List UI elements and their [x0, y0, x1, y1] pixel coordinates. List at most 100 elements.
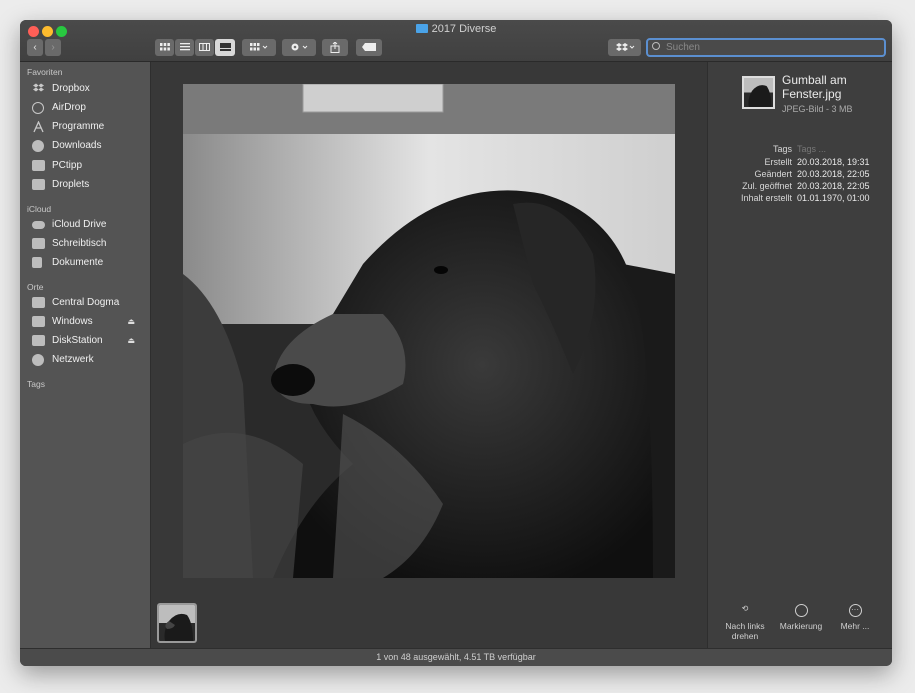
meta-key: Zul. geöffnet	[742, 181, 792, 191]
thumbnail-selected[interactable]	[157, 603, 197, 643]
folder-icon	[32, 160, 45, 171]
dropbox-icon	[33, 83, 44, 92]
sidebar-item-icloud-drive[interactable]: iCloud Drive	[32, 217, 147, 233]
tags-input[interactable]: Tags ...	[797, 143, 826, 155]
meta-value: 20.03.2018, 22:05	[797, 181, 870, 191]
gallery-view-button[interactable]	[215, 39, 235, 56]
sidebar-item-dropbox[interactable]: Dropbox	[32, 81, 147, 97]
airdrop-icon	[32, 102, 44, 114]
sidebar-item-label: AirDrop	[52, 102, 86, 113]
sidebar-item-label: Droplets	[52, 179, 90, 190]
gear-icon	[291, 43, 308, 51]
more-button[interactable]: ··· Mehr ...	[830, 604, 880, 631]
window-title-text: 2017 Diverse	[431, 23, 497, 35]
list-view-icon	[179, 43, 190, 51]
sidebar-item-dokumente[interactable]: Dokumente	[32, 255, 147, 271]
sidebar-item-central-dogma[interactable]: Central Dogma	[32, 295, 147, 311]
info-panel: Gumball am Fenster.jpg JPEG-Bild - 3 MB …	[707, 62, 892, 648]
tag-icon	[362, 43, 376, 51]
meta-value: 01.01.1970, 01:00	[797, 193, 870, 203]
sidebar-item-windows[interactable]: Windows ⏏	[32, 314, 147, 330]
column-view-button[interactable]	[195, 39, 214, 56]
markup-button[interactable]: Markierung	[776, 604, 826, 631]
gallery-view-icon	[219, 43, 231, 51]
sidebar-item-programme[interactable]: Programme	[32, 119, 147, 135]
list-view-button[interactable]	[175, 39, 194, 56]
sidebar: Favoriten Dropbox AirDrop Programme Down…	[20, 62, 151, 648]
sidebar-item-schreibtisch[interactable]: Schreibtisch	[32, 236, 147, 252]
icon-view-button[interactable]	[155, 39, 174, 56]
meta-value: 20.03.2018, 22:05	[797, 169, 870, 179]
tag-button[interactable]	[356, 39, 382, 56]
sidebar-item-label: DiskStation	[52, 335, 103, 346]
sidebar-item-label: Central Dogma	[52, 297, 120, 308]
applications-icon	[33, 120, 44, 133]
network-icon	[32, 354, 44, 366]
folder-icon	[415, 24, 428, 33]
dog-photo	[183, 84, 675, 578]
sidebar-item-label: Dropbox	[52, 83, 90, 94]
column-view-icon	[199, 43, 210, 51]
search-input[interactable]: Suchen	[646, 38, 886, 57]
sidebar-item-downloads[interactable]: Downloads	[32, 138, 147, 154]
finder-window: 2017 Diverse ‹ › Suchen Favoriten Dropbo…	[20, 20, 892, 666]
titlebar: 2017 Diverse ‹ › Suchen	[20, 20, 892, 62]
documents-icon	[32, 257, 42, 268]
back-button[interactable]: ‹	[27, 39, 43, 56]
meta-key: Geändert	[754, 169, 792, 179]
sidebar-item-airdrop[interactable]: AirDrop	[32, 100, 147, 116]
rotate-left-icon: ⟲	[741, 604, 749, 613]
sidebar-section-icloud: iCloud	[27, 204, 52, 214]
sidebar-item-droplets[interactable]: Droplets	[32, 177, 147, 193]
disk-icon	[32, 335, 45, 346]
meta-key: Erstellt	[764, 157, 792, 167]
sidebar-item-label: PCtipp	[52, 160, 83, 171]
file-name: Gumball am Fenster.jpg	[782, 73, 847, 101]
sidebar-item-netzwerk[interactable]: Netzwerk	[32, 352, 147, 368]
sidebar-item-label: Downloads	[52, 140, 102, 151]
desktop-icon	[32, 238, 45, 249]
downloads-icon	[32, 140, 44, 152]
more-icon: ···	[848, 604, 862, 617]
folder-icon	[32, 179, 45, 190]
sidebar-item-label: Windows	[52, 316, 93, 327]
file-icon	[742, 76, 775, 109]
eject-icon[interactable]: ⏏	[127, 333, 135, 349]
sidebar-section-tags: Tags	[27, 379, 45, 389]
photo-preview[interactable]	[183, 84, 675, 578]
action-button[interactable]	[282, 39, 316, 56]
file-type: JPEG-Bild - 3 MB	[782, 104, 853, 114]
status-bar: 1 von 48 ausgewählt, 4.51 TB verfügbar	[20, 648, 892, 666]
sidebar-section-orte: Orte	[27, 282, 44, 292]
dropbox-icon	[615, 43, 634, 51]
eject-icon[interactable]: ⏏	[127, 314, 135, 330]
sidebar-item-diskstation[interactable]: DiskStation ⏏	[32, 333, 147, 349]
action-label: Mehr ...	[840, 621, 870, 631]
sidebar-item-pctipp[interactable]: PCtipp	[32, 158, 147, 174]
search-placeholder: Suchen	[666, 42, 700, 53]
group-button[interactable]	[242, 39, 276, 56]
dropbox-toolbar-button[interactable]	[608, 39, 641, 56]
meta-key: Tags	[772, 144, 792, 154]
sidebar-item-label: Netzwerk	[52, 354, 94, 365]
sidebar-section-favoriten: Favoriten	[27, 67, 63, 77]
disk-icon	[32, 316, 45, 327]
forward-button[interactable]: ›	[45, 39, 61, 56]
gallery-view	[151, 62, 707, 648]
share-icon	[330, 41, 340, 53]
sidebar-item-label: Programme	[52, 121, 105, 132]
share-button[interactable]	[322, 39, 348, 56]
group-icon	[250, 43, 268, 51]
sidebar-item-label: Schreibtisch	[52, 238, 107, 249]
rotate-left-button[interactable]: ⟲ Nach links drehen	[720, 604, 770, 641]
action-label: Nach links drehen	[725, 621, 765, 641]
markup-icon	[794, 604, 808, 617]
meta-value: 20.03.2018, 19:31	[797, 157, 870, 167]
sidebar-item-label: iCloud Drive	[52, 219, 107, 230]
icon-view-icon	[159, 43, 170, 51]
action-label: Markierung	[779, 621, 823, 631]
disk-icon	[32, 297, 45, 308]
cloud-icon	[32, 221, 45, 229]
meta-key: Inhalt erstellt	[740, 193, 792, 203]
thumbnail-image	[159, 605, 195, 641]
